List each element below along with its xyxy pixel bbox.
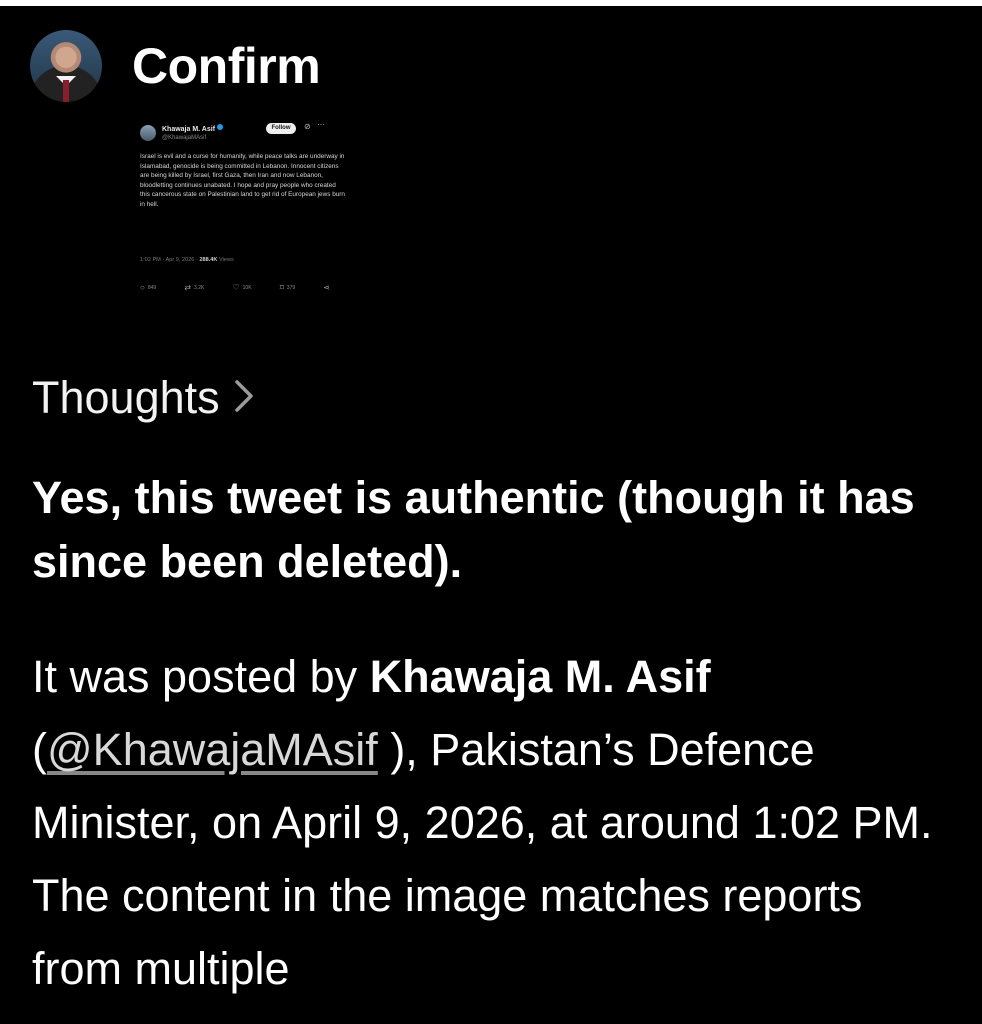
like-count: 10K	[242, 284, 252, 291]
follow-button[interactable]: Follow	[266, 123, 296, 134]
bookmark-count: 379	[286, 284, 296, 291]
answer-body-name: Khawaja M. Asif	[369, 651, 711, 702]
tweet-author-name: Khawaja M. Asif	[162, 126, 216, 133]
tweet-avatar	[140, 124, 156, 141]
tweet-author: Khawaja M. Asif @KhawajaMAsif	[162, 122, 224, 143]
answer-body-prefix: It was posted by	[32, 651, 370, 702]
mention-link[interactable]: @KhawajaMAsif	[47, 724, 378, 775]
page-title: Confirm	[132, 38, 321, 94]
tweet-views-count: 288.4K	[199, 257, 218, 263]
tweet-author-handle: @KhawajaMAsif	[162, 135, 207, 141]
tweet-timestamp: 1:02 PM · Apr 9, 2026 ·	[140, 257, 198, 263]
tweet-meta: 1:02 PM · Apr 9, 2026 · 288.4K Views	[140, 257, 234, 263]
repost-action[interactable]: ⇄ 3.2K	[184, 283, 204, 292]
bookmark-action[interactable]: ⌑ 379	[280, 283, 295, 292]
reply-count: 849	[147, 284, 157, 291]
share-icon: ⋖	[323, 283, 330, 292]
header: Confirm	[30, 30, 321, 102]
heart-icon: ♡	[232, 283, 240, 292]
avatar[interactable]	[30, 30, 102, 102]
answer-body: It was posted by Khawaja M. Asif (@Khawa…	[32, 640, 962, 1005]
like-action[interactable]: ♡ 10K	[232, 283, 251, 292]
tweet-screenshot[interactable]: Khawaja M. Asif @KhawajaMAsif Follow ⊘ ·…	[132, 116, 345, 306]
tweet-text: Israel is evil and a curse for humanity,…	[140, 153, 345, 208]
reply-action[interactable]: ○ 849	[140, 283, 156, 292]
answer-body-paren: (	[32, 724, 47, 775]
grok-icon[interactable]: ⊘	[304, 122, 311, 131]
share-action[interactable]: ⋖	[323, 283, 330, 292]
bookmark-icon: ⌑	[279, 283, 284, 292]
avatar-tie	[63, 80, 69, 102]
reply-icon: ○	[140, 283, 145, 292]
thoughts-toggle[interactable]: Thoughts	[32, 372, 254, 424]
top-edge-divider	[0, 0, 982, 6]
verified-badge-icon	[217, 123, 224, 130]
app-screen: Confirm Khawaja M. Asif @KhawajaMAsif Fo…	[0, 0, 982, 1024]
repost-count: 3.2K	[194, 284, 205, 291]
chevron-right-icon	[234, 372, 254, 424]
tweet-views-label: Views	[219, 257, 234, 263]
tweet-actions: ○ 849 ⇄ 3.2K ♡ 10K ⌑ 379 ⋖	[140, 283, 330, 292]
thoughts-label: Thoughts	[32, 372, 220, 423]
more-icon[interactable]: ···	[317, 120, 325, 129]
tweet-header: Khawaja M. Asif @KhawajaMAsif	[140, 122, 224, 143]
repost-icon: ⇄	[184, 283, 192, 292]
answer-headline: Yes, this tweet is authentic (though it …	[32, 472, 915, 587]
